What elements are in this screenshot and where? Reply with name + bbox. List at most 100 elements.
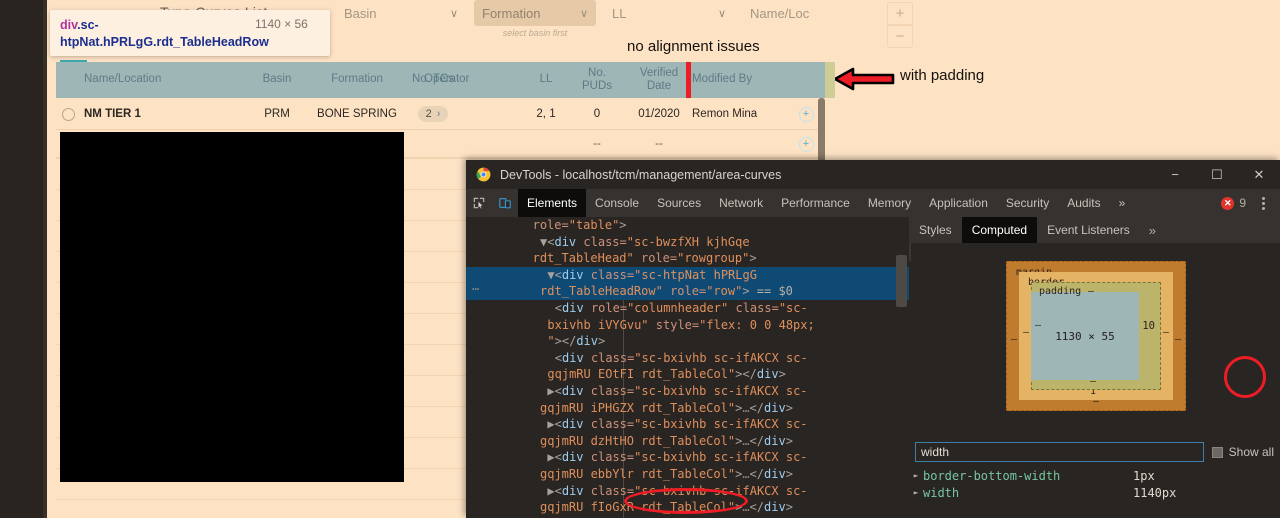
ll-dropdown-value: LL bbox=[612, 5, 627, 21]
tab-console[interactable]: Console bbox=[586, 189, 648, 217]
device-toolbar-icon[interactable] bbox=[492, 189, 518, 217]
dom-tree-line[interactable]: gqjmRU dzHtHO rdt_TableCol">…</div> bbox=[466, 433, 909, 450]
tab-performance[interactable]: Performance bbox=[772, 189, 859, 217]
dom-tree-line[interactable]: gqjmRU iPHGZX rdt_TableCol">…</div> bbox=[466, 400, 909, 417]
th-formation[interactable]: Formation bbox=[312, 62, 402, 98]
tabs-overflow-icon[interactable]: » bbox=[1110, 189, 1135, 217]
error-count-badge[interactable]: ✕ 9 bbox=[1221, 196, 1246, 210]
computed-filter-row: width Show all bbox=[909, 439, 1280, 465]
cell-basin: PRM bbox=[264, 108, 290, 120]
border-right-value[interactable]: – bbox=[1163, 327, 1169, 338]
dom-tree-line[interactable]: ▶<div class="sc-bxivhb sc-ifAKCX sc- bbox=[466, 416, 909, 433]
tab-audits[interactable]: Audits bbox=[1058, 189, 1109, 217]
box-model-margin[interactable]: margin – – – – border – – – 1 padding – … bbox=[1006, 261, 1186, 411]
margin-right-value[interactable]: – bbox=[1175, 334, 1181, 345]
dom-tree-scrollbar[interactable] bbox=[896, 255, 907, 307]
cell-no-puds: 0 bbox=[593, 108, 601, 120]
cell-name-location: NM TIER 1 bbox=[84, 108, 141, 120]
maximize-icon[interactable]: ☐ bbox=[1196, 160, 1238, 189]
computed-property-name: border-bottom-width bbox=[923, 468, 1061, 483]
padding-bottom-value[interactable]: – bbox=[1090, 376, 1096, 387]
th-verified-date[interactable]: Verified Date bbox=[628, 62, 690, 98]
dom-tree-line[interactable]: rdt_TableHead" role="rowgroup"> bbox=[466, 250, 909, 267]
tab-styles[interactable]: Styles bbox=[909, 217, 962, 243]
tab-security[interactable]: Security bbox=[997, 189, 1058, 217]
minimize-icon[interactable]: − bbox=[1154, 160, 1196, 189]
annotation-with-padding: with padding bbox=[900, 67, 985, 84]
th-basin[interactable]: Basin bbox=[246, 62, 308, 98]
red-arrow-annotation-icon bbox=[833, 67, 895, 91]
th-verified-date-line2: Date bbox=[646, 80, 672, 92]
padding-right-value[interactable]: 10 bbox=[1142, 320, 1155, 332]
dom-tree-line[interactable]: rdt_TableHeadRow" role="row"> == $0 bbox=[466, 283, 909, 300]
th-name-location[interactable]: Name/Location bbox=[84, 62, 234, 98]
styles-sidebar: Styles Computed Event Listeners » margin… bbox=[909, 217, 1280, 518]
computed-filter-input[interactable]: width bbox=[915, 442, 1204, 462]
dom-tree-line[interactable]: <div role="columnheader" class="sc- bbox=[466, 300, 909, 317]
formation-hint: select basin first bbox=[502, 28, 568, 38]
annotation-no-alignment-issues: no alignment issues bbox=[627, 38, 760, 55]
th-ll[interactable]: LL bbox=[526, 62, 566, 98]
show-all-checkbox[interactable]: Show all bbox=[1211, 445, 1274, 459]
dom-tree-line[interactable]: gqjmRU EOtFI rdt_TableCol"></div> bbox=[466, 366, 909, 383]
box-model-padding[interactable]: padding – – 10 – 1130 × 55 bbox=[1031, 282, 1161, 390]
tab-event-listeners[interactable]: Event Listeners bbox=[1037, 217, 1140, 243]
border-left-value[interactable]: – bbox=[1023, 327, 1029, 338]
add-icon[interactable]: + bbox=[798, 106, 814, 122]
dom-tree-line[interactable]: ▶<div class="sc-bxivhb sc-ifAKCX sc- bbox=[466, 483, 909, 500]
dom-tree-line[interactable]: role="table"> bbox=[466, 217, 909, 234]
tab-computed[interactable]: Computed bbox=[961, 217, 1038, 243]
tab-application[interactable]: Application bbox=[920, 189, 997, 217]
tab-elements[interactable]: Elements bbox=[518, 189, 587, 217]
inspect-element-icon[interactable] bbox=[466, 189, 492, 217]
dom-tree-line[interactable]: ▼<div class="sc-bwzfXH kjhGqe bbox=[466, 234, 909, 251]
tab-memory[interactable]: Memory bbox=[859, 189, 920, 217]
expand-triangle-icon[interactable]: ► bbox=[909, 488, 923, 497]
padding-top-value[interactable]: – bbox=[1088, 286, 1094, 297]
ll-dropdown[interactable]: LL ∨ bbox=[604, 0, 734, 26]
expand-triangle-icon[interactable]: ► bbox=[909, 471, 923, 480]
box-model-border[interactable]: border – – – 1 padding – – 10 – 1130 × 5… bbox=[1019, 272, 1173, 400]
dom-tree-line[interactable]: gqjmRU ebbYlr rdt_TableCol">…</div> bbox=[466, 466, 909, 483]
computed-property-row[interactable]: ► width 1140px bbox=[909, 484, 1280, 501]
close-icon[interactable]: ✕ bbox=[1238, 160, 1280, 189]
red-ellipse-annotation bbox=[1224, 356, 1266, 398]
tab-network[interactable]: Network bbox=[710, 189, 772, 217]
remove-row-button[interactable]: − bbox=[887, 25, 913, 48]
basin-dropdown[interactable]: Basin ∨ bbox=[336, 0, 466, 26]
dom-tree-lines: role="table"> ▼<div class="sc-bwzfXH kjhG… bbox=[466, 217, 909, 518]
tooltip-dimensions: 1140 × 56 bbox=[255, 17, 308, 31]
tooltip-tag-name: div bbox=[60, 18, 78, 32]
dom-tree-line[interactable]: ▶<div class="sc-bxivhb sc-ifAKCX sc- bbox=[466, 383, 909, 400]
dom-collapsed-ellipsis[interactable]: … bbox=[472, 279, 479, 293]
checkbox-icon[interactable] bbox=[1211, 446, 1223, 458]
chevron-down-icon: ∨ bbox=[579, 7, 588, 20]
add-row-button[interactable]: + bbox=[887, 2, 913, 25]
table-row[interactable]: NM TIER 1 PRM BONE SPRING 2 › 2, 1 0 01/… bbox=[56, 98, 825, 130]
th-modified-by[interactable]: Modified By bbox=[692, 62, 802, 98]
sidebar-overflow-icon[interactable]: » bbox=[1140, 223, 1165, 238]
padding-left-value[interactable]: – bbox=[1035, 320, 1041, 331]
error-icon: ✕ bbox=[1221, 196, 1235, 210]
margin-left-value[interactable]: – bbox=[1011, 334, 1017, 345]
tab-sources[interactable]: Sources bbox=[648, 189, 710, 217]
devtools-menu-icon[interactable] bbox=[1252, 196, 1274, 210]
dom-tree-line[interactable]: ▼<div class="sc-htpNat hPRLgG bbox=[466, 266, 909, 284]
dom-tree-line[interactable]: <div class="sc-bxivhb sc-ifAKCX sc- bbox=[466, 350, 909, 367]
th-operator[interactable]: Operator bbox=[424, 62, 504, 98]
computed-property-value: 1140px bbox=[1133, 485, 1177, 500]
dom-tree-panel[interactable]: role="table"> ▼<div class="sc-bwzfXH kjhG… bbox=[466, 217, 909, 518]
dom-tree-line[interactable]: bxivhb iVYGvu" style="flex: 0 0 48px; bbox=[466, 317, 909, 334]
inspector-tooltip: div.sc-htpNat.hPRLgG.rdt_TableHeadRow 11… bbox=[50, 10, 330, 56]
computed-property-row[interactable]: ► border-bottom-width 1px bbox=[909, 467, 1280, 484]
th-no-puds[interactable]: No. PUDs bbox=[570, 62, 624, 98]
dom-tree-line[interactable]: ▶<div class="sc-bxivhb sc-ifAKCX sc- bbox=[466, 449, 909, 466]
dom-tree-line[interactable]: gqjmRU fIoGxR rdt_TableCol">…</div> bbox=[466, 499, 909, 516]
padding-label: padding bbox=[1039, 286, 1082, 297]
dom-tree-line[interactable]: "></div> bbox=[466, 333, 909, 350]
box-model-content[interactable]: 1130 × 55 bbox=[1031, 292, 1139, 380]
window-controls: − ☐ ✕ bbox=[1154, 160, 1280, 189]
devtools-titlebar[interactable]: DevTools - localhost/tcm/management/area… bbox=[466, 160, 1280, 189]
name-location-input[interactable]: Name/Loc bbox=[742, 0, 867, 26]
formation-dropdown[interactable]: Formation ∨ bbox=[474, 0, 596, 26]
